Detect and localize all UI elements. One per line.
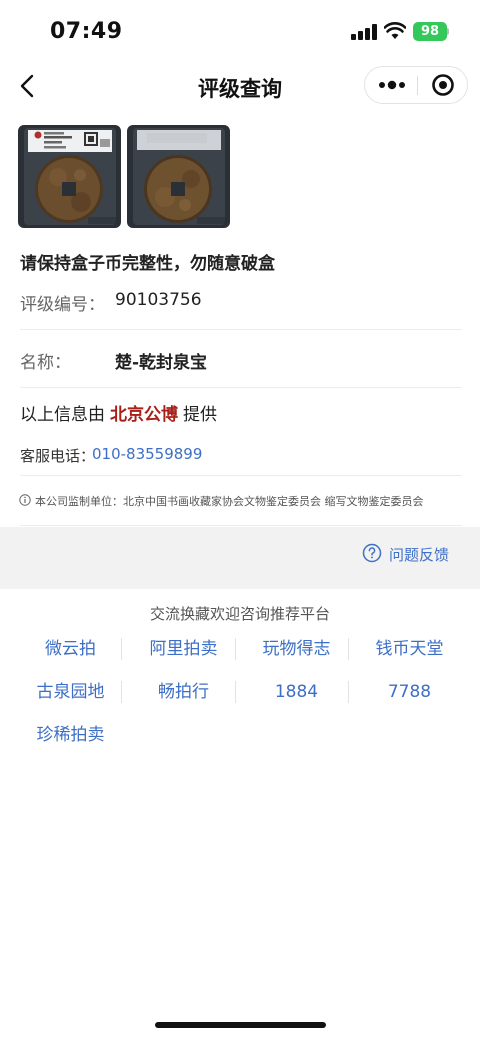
supervisor-text: 本公司监制单位：北京中国书画收藏家协会文物鉴定委员会 缩写文物鉴定委员会: [35, 495, 424, 508]
grade-number-row: 评级编号： 90103756: [20, 272, 462, 330]
more-icon[interactable]: [365, 67, 417, 103]
nav-bar: 评级查询: [0, 62, 480, 110]
close-mini-program-icon[interactable]: [418, 67, 468, 103]
platform-link-qianbitiantang[interactable]: 钱币天堂: [353, 630, 466, 668]
grid-separator: [348, 681, 349, 703]
battery-icon: 98: [413, 22, 447, 41]
status-bar: 07:49 98: [0, 0, 480, 62]
battery-tip: [447, 28, 449, 35]
grid-separator: [348, 638, 349, 660]
platform-link-1884[interactable]: 1884: [240, 673, 353, 711]
divider: [20, 525, 462, 526]
home-indicator[interactable]: [155, 1022, 326, 1028]
platform-link-changpaixing[interactable]: 畅拍行: [127, 673, 240, 711]
source-suffix: 提供: [183, 405, 217, 425]
supervisor-note: 本公司监制单位：北京中国书画收藏家协会文物鉴定委员会 缩写文物鉴定委员会: [19, 491, 462, 513]
platform-link-wanwudezhi[interactable]: 玩物得志: [240, 630, 353, 668]
info-icon: [19, 494, 31, 506]
grid-separator: [121, 681, 122, 703]
coin-name-label: 名称：: [20, 353, 71, 373]
signal-icon: [351, 24, 377, 40]
coin-photo-back[interactable]: [127, 125, 230, 228]
feedback-label: 问题反馈: [389, 546, 450, 564]
keep-box-intact-notice: 请保持盒子币完整性，勿随意破盒: [20, 254, 275, 274]
grid-separator: [235, 638, 236, 660]
status-time: 07:49: [50, 19, 123, 44]
platform-link-7788[interactable]: 7788: [353, 673, 466, 711]
grade-number-label: 评级编号：: [20, 295, 105, 315]
question-icon: [362, 543, 382, 563]
grid-separator: [235, 681, 236, 703]
grade-number-value: 90103756: [115, 290, 202, 310]
wifi-icon: [384, 22, 406, 39]
coin-photo-front[interactable]: [18, 125, 121, 228]
service-phone-label: 客服电话：: [20, 447, 96, 465]
grid-separator: [121, 638, 122, 660]
service-phone-link[interactable]: 010-83559899: [92, 445, 202, 463]
coin-name-row: 名称： 楚-乾封泉宝: [20, 330, 462, 388]
source-prefix: 以上信息由: [20, 405, 105, 425]
source-organization: 北京公博: [110, 405, 178, 425]
info-source: 以上信息由 北京公博 提供: [20, 400, 217, 425]
platform-link-weiyunpai[interactable]: 微云拍: [14, 630, 127, 668]
mini-program-capsule: [364, 66, 468, 104]
platform-link-alipaimai[interactable]: 阿里拍卖: [127, 630, 240, 668]
platform-link-guquanyuandi[interactable]: 古泉园地: [14, 673, 127, 711]
platform-link-zhenxipaimai[interactable]: 珍稀拍卖: [14, 716, 127, 754]
customer-service-row: 客服电话： 010-83559899: [20, 434, 462, 476]
platforms-title: 交流换藏欢迎咨询推荐平台: [149, 605, 330, 623]
coin-name-value: 楚-乾封泉宝: [115, 353, 208, 373]
